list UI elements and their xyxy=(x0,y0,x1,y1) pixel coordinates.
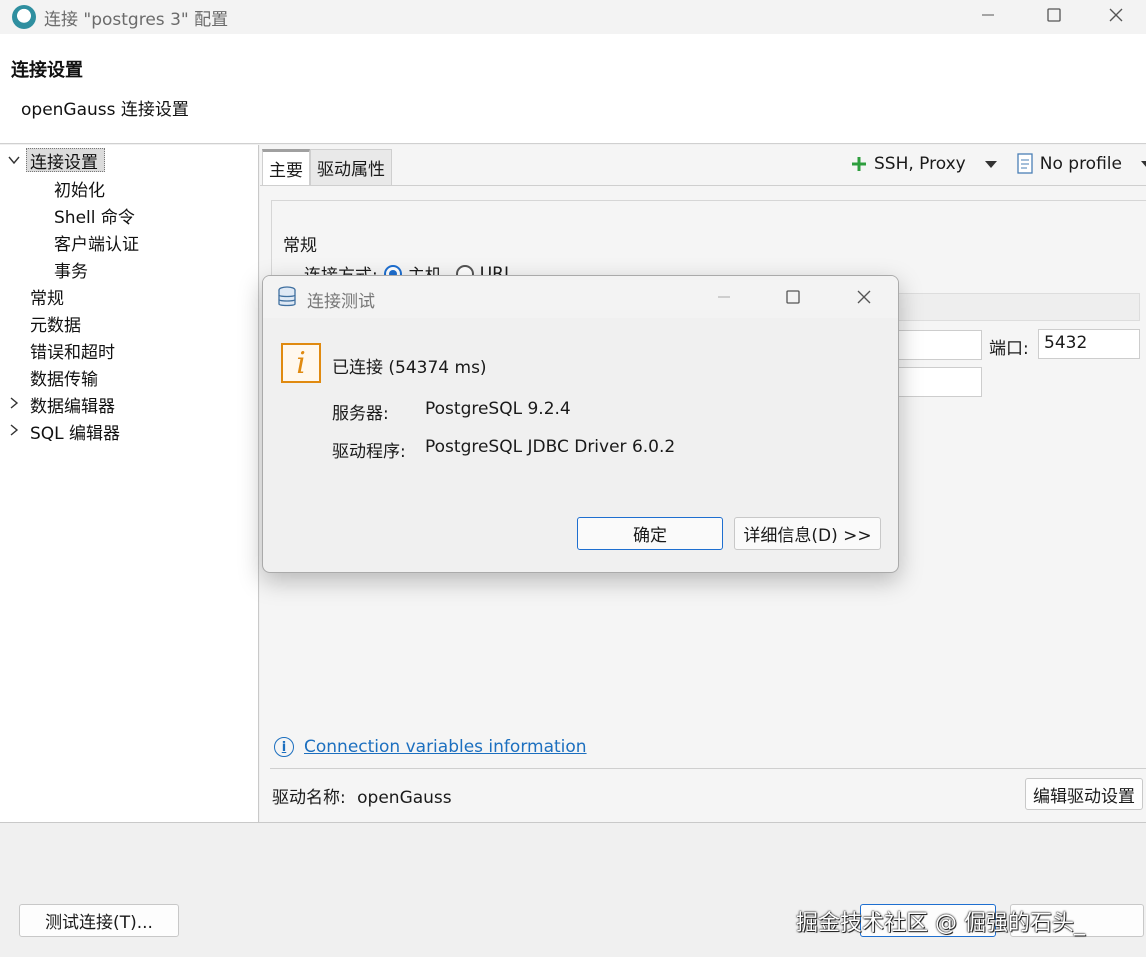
maximize-button[interactable] xyxy=(1024,0,1084,30)
page-subtitle: openGauss 连接设置 xyxy=(21,100,189,120)
dialog-close-button[interactable] xyxy=(839,282,889,312)
dialog-maximize-button[interactable] xyxy=(768,282,818,312)
page-title: 连接设置 xyxy=(11,60,83,81)
watermark: 掘金技术社区 @ 倔强的石头_ xyxy=(796,911,1085,936)
tree-item-sql-editor[interactable]: SQL 编辑器 xyxy=(30,419,120,444)
port-label: 端口: xyxy=(989,339,1029,359)
tree-item-errors-timeouts[interactable]: 错误和超时 xyxy=(30,338,115,363)
edit-driver-button[interactable]: 编辑驱动设置 xyxy=(1025,778,1143,810)
minimize-button[interactable] xyxy=(958,0,1018,30)
driver-name-label: 驱动名称: xyxy=(272,788,346,808)
dialog-title: 连接测试 xyxy=(307,292,375,312)
connection-variables-link[interactable]: i Connection variables information xyxy=(274,737,587,757)
connection-variables-label[interactable]: Connection variables information xyxy=(304,737,587,757)
dialog-titlebar: 连接测试 xyxy=(263,276,898,318)
driver-label: 驱动程序: xyxy=(332,442,406,462)
tree-item-metadata[interactable]: 元数据 xyxy=(30,311,81,336)
tree-item-connection-settings[interactable]: 连接设置 xyxy=(30,148,98,173)
tree-item-transactions[interactable]: 事务 xyxy=(54,257,88,282)
driver-name-value: openGauss xyxy=(357,788,452,808)
close-icon xyxy=(857,290,871,304)
driver-value: PostgreSQL JDBC Driver 6.0.2 xyxy=(425,437,676,457)
details-button[interactable]: 详细信息(D) >> xyxy=(734,517,881,550)
dialog-message: 已连接 (54374 ms) xyxy=(332,358,487,378)
dropdown-arrow-icon[interactable] xyxy=(984,159,998,169)
minimize-icon xyxy=(982,14,994,16)
ok-button[interactable]: 确定 xyxy=(577,517,723,550)
group-title: 常规 xyxy=(281,231,319,256)
tab-main[interactable]: 主要 xyxy=(262,149,310,185)
dialog-minimize-button[interactable] xyxy=(699,282,749,312)
app-icon xyxy=(12,5,36,29)
close-button[interactable] xyxy=(1086,0,1146,30)
tree-item-data-transfer[interactable]: 数据传输 xyxy=(30,365,98,390)
bottom-bar: 测试连接(T)... 掘金技术社区 @ 倔强的石头_ xyxy=(0,822,1146,957)
window-title: 连接 "postgres 3" 配置 xyxy=(44,10,229,30)
url-input[interactable] xyxy=(880,293,1140,321)
chevron-right-icon[interactable] xyxy=(7,396,21,410)
document-icon xyxy=(1017,153,1033,174)
test-connection-button[interactable]: 测试连接(T)... xyxy=(19,904,179,937)
settings-tree: 连接设置 初始化 Shell 命令 客户端认证 事务 常规 元数据 错误和超时 … xyxy=(0,145,259,822)
maximize-icon xyxy=(786,290,800,304)
profile-selector[interactable]: No profile xyxy=(1040,154,1122,174)
tree-item-client-auth[interactable]: 客户端认证 xyxy=(54,230,139,255)
tree-item-data-editor[interactable]: 数据编辑器 xyxy=(30,392,115,417)
dropdown-arrow-icon[interactable] xyxy=(1140,159,1146,169)
connection-toolbar: SSH, Proxy No profile xyxy=(850,153,1146,175)
info-icon: i xyxy=(274,737,294,757)
minimize-icon xyxy=(718,296,730,298)
tree-item-init[interactable]: 初始化 xyxy=(54,176,105,201)
driver-name-row: 驱动名称: openGauss xyxy=(272,783,452,808)
ssh-proxy-button[interactable]: SSH, Proxy xyxy=(874,154,966,174)
server-value: PostgreSQL 9.2.4 xyxy=(425,399,571,419)
close-icon xyxy=(1109,8,1123,22)
connection-test-dialog: 连接测试 i 已连接 (54374 ms) 服务器: PostgreSQL 9.… xyxy=(262,275,899,573)
database-icon xyxy=(278,286,296,307)
port-input[interactable]: 5432 xyxy=(1038,329,1140,359)
tree-item-general[interactable]: 常规 xyxy=(30,284,64,309)
info-icon: i xyxy=(281,343,321,383)
chevron-down-icon[interactable] xyxy=(7,153,21,167)
maximize-icon xyxy=(1047,8,1061,22)
window-titlebar: 连接 "postgres 3" 配置 xyxy=(0,0,1146,34)
add-icon xyxy=(852,157,866,171)
divider xyxy=(270,768,1146,769)
server-label: 服务器: xyxy=(332,404,389,424)
tab-driver-properties[interactable]: 驱动属性 xyxy=(310,149,392,185)
page-header: 连接设置 openGauss 连接设置 xyxy=(0,34,1146,144)
chevron-right-icon[interactable] xyxy=(7,423,21,437)
tree-item-shell[interactable]: Shell 命令 xyxy=(54,203,135,228)
